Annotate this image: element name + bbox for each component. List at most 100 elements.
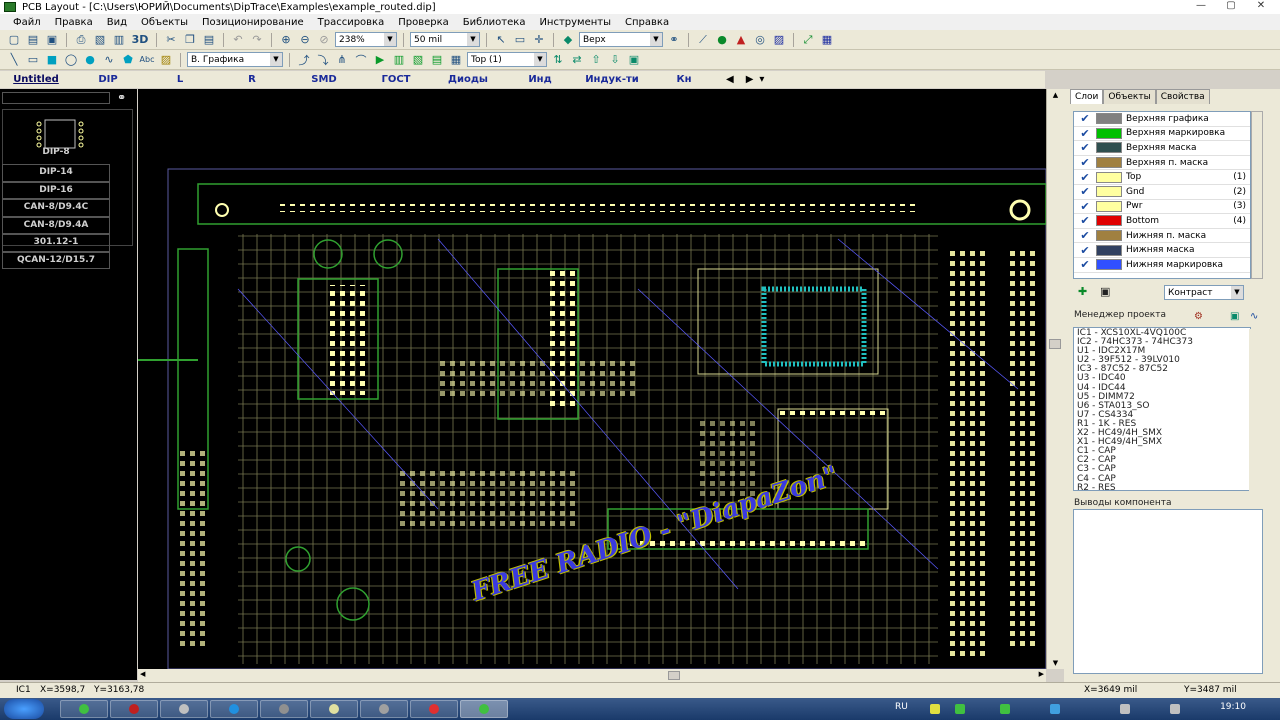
zoom-out-icon[interactable]: ⊖: [297, 32, 313, 48]
tab-properties[interactable]: Свойства: [1155, 89, 1210, 104]
ratsnest-icon[interactable]: ▨: [771, 32, 787, 48]
lib-tab-gost[interactable]: ГОСТ: [360, 74, 432, 85]
grid-icon[interactable]: ▦: [819, 32, 835, 48]
layer-color-swatch[interactable]: [1096, 142, 1122, 154]
3d-view-button[interactable]: 3D: [130, 32, 150, 48]
checkmark-icon[interactable]: ✔: [1074, 185, 1096, 199]
lib-tab-r[interactable]: R: [216, 74, 288, 85]
lib-tab-dip[interactable]: DIP: [72, 74, 144, 85]
comp-item-qcan12[interactable]: QCAN-12/D15.7: [2, 251, 110, 269]
grid-select[interactable]: 50 mil ▼: [410, 32, 480, 47]
tab-objects[interactable]: Объекты: [1103, 89, 1156, 104]
image-tool-icon[interactable]: ▨: [158, 52, 174, 68]
open-folder-icon[interactable]: ▤: [25, 32, 41, 48]
filled-ellipse-icon[interactable]: ●: [82, 52, 98, 68]
print-preview-icon[interactable]: ▧: [92, 32, 108, 48]
lib-next-icon[interactable]: ▶: [746, 74, 754, 85]
close-button[interactable]: ✕: [1248, 0, 1274, 13]
copper-pour-icon[interactable]: ◎: [752, 32, 768, 48]
tab-layers[interactable]: Слои: [1070, 89, 1104, 104]
menu-view[interactable]: Вид: [100, 17, 134, 28]
layer-row[interactable]: ✔ Нижняя маркировка: [1074, 258, 1250, 273]
menu-edit[interactable]: Правка: [48, 17, 100, 28]
layer-row[interactable]: ✔ Нижняя маска: [1074, 243, 1250, 258]
via-layer-icon[interactable]: ⇄: [569, 52, 585, 68]
ellipse-tool-icon[interactable]: ◯: [63, 52, 79, 68]
layer-color-swatch[interactable]: [1096, 186, 1122, 198]
checkmark-icon[interactable]: ✔: [1074, 141, 1096, 155]
lib-tab-ind[interactable]: Инд: [504, 74, 576, 85]
comp-item-301-12-1[interactable]: 301.12-1: [2, 234, 110, 252]
tray-icon-4[interactable]: [1050, 704, 1060, 714]
layer-row[interactable]: ✔ Нижняя п. маска: [1074, 229, 1250, 244]
save-icon[interactable]: ▣: [44, 32, 60, 48]
tray-volume-icon[interactable]: [1170, 704, 1180, 714]
taskbar-app-3[interactable]: [160, 700, 208, 718]
menu-tools[interactable]: Инструменты: [532, 17, 618, 28]
layer-color-swatch[interactable]: [1096, 200, 1122, 212]
via-icon[interactable]: ●: [714, 32, 730, 48]
redo-icon[interactable]: ↷: [249, 32, 265, 48]
tray-icon-3[interactable]: [1000, 704, 1010, 714]
pointer-icon[interactable]: ↖: [493, 32, 509, 48]
comp-item-can8-d94c[interactable]: CAN-8/D9.4C: [2, 199, 110, 217]
lib-tab-untitled[interactable]: Untitled: [0, 74, 72, 85]
taskbar-app-7[interactable]: [360, 700, 408, 718]
text-tool-icon[interactable]: Abc: [139, 52, 155, 68]
layer-props-icon[interactable]: ▣: [626, 52, 642, 68]
layer-row[interactable]: ✔ Верхняя п. маска: [1074, 156, 1250, 171]
lib-tab-smd[interactable]: SMD: [288, 74, 360, 85]
taskbar-app-2[interactable]: [110, 700, 158, 718]
comp-item-dip8[interactable]: DIP-8: [2, 145, 110, 163]
layer-side-icon[interactable]: ◆: [560, 32, 576, 48]
maximize-button[interactable]: ▢: [1218, 0, 1244, 13]
run-route-icon[interactable]: ▶: [372, 52, 388, 68]
layer-color-swatch[interactable]: [1096, 113, 1122, 125]
layer-color-swatch[interactable]: [1096, 230, 1122, 242]
polygon-tool-icon[interactable]: ⬟: [120, 52, 136, 68]
zoom-select[interactable]: 238% ▼: [335, 32, 397, 47]
pan-icon[interactable]: ▭: [512, 32, 528, 48]
tray-icon-2[interactable]: [955, 704, 965, 714]
project-scrollbar[interactable]: [1249, 329, 1261, 491]
layers-scrollbar[interactable]: [1251, 111, 1263, 279]
taskbar-app-8[interactable]: [410, 700, 458, 718]
taskbar-app-dip[interactable]: [460, 700, 508, 718]
paste-icon[interactable]: ▤: [201, 32, 217, 48]
comp-item-dip14[interactable]: DIP-14: [2, 164, 110, 182]
layer-color-swatch[interactable]: [1096, 171, 1122, 183]
route-setup-icon[interactable]: ▥: [391, 52, 407, 68]
taskbar-app-5[interactable]: [260, 700, 308, 718]
layer-up-icon[interactable]: ⇧: [588, 52, 604, 68]
layer-color-swatch[interactable]: [1096, 157, 1122, 169]
project-settings-icon[interactable]: ⚙: [1194, 311, 1203, 322]
checkmark-icon[interactable]: ✔: [1074, 258, 1096, 272]
zoom-in-icon[interactable]: ⊕: [278, 32, 294, 48]
checkmark-icon[interactable]: ✔: [1074, 126, 1096, 140]
start-button[interactable]: [4, 699, 44, 719]
checkmark-icon[interactable]: ✔: [1074, 170, 1096, 184]
fanout-icon[interactable]: ⋔: [334, 52, 350, 68]
layer-row[interactable]: ✔ Gnd (2): [1074, 185, 1250, 200]
tray-icon-1[interactable]: [930, 704, 940, 714]
clock[interactable]: 19:10: [1220, 702, 1246, 712]
arc-trace-icon[interactable]: ⌒: [353, 52, 369, 68]
layer-select[interactable]: Top (1) ▼: [467, 52, 547, 67]
pcb-canvas[interactable]: FREE RADIO - "DiapaZon": [138, 89, 1046, 669]
taskbar-app-4[interactable]: [210, 700, 258, 718]
layer-down-icon[interactable]: ⇩: [607, 52, 623, 68]
layer-type-select[interactable]: В. Графика ▼: [187, 52, 283, 67]
checkmark-icon[interactable]: ✔: [1074, 214, 1096, 228]
canvas-vertical-scrollbar[interactable]: ▲ ▼: [1046, 89, 1064, 669]
checkmark-icon[interactable]: ✔: [1074, 199, 1096, 213]
layer-row[interactable]: ✔ Pwr (3): [1074, 200, 1250, 215]
layer-color-swatch[interactable]: [1096, 244, 1122, 256]
language-indicator[interactable]: RU: [895, 702, 908, 712]
project-net-icon[interactable]: ∿: [1250, 311, 1258, 322]
checkmark-icon[interactable]: ✔: [1074, 229, 1096, 243]
flip-layer-icon[interactable]: ⇅: [550, 52, 566, 68]
component-search-input[interactable]: [2, 92, 110, 104]
layer-row[interactable]: ✔ Bottom (4): [1074, 214, 1250, 229]
search-binoculars-icon[interactable]: ⚭: [117, 91, 126, 104]
layer-color-swatch[interactable]: [1096, 215, 1122, 227]
